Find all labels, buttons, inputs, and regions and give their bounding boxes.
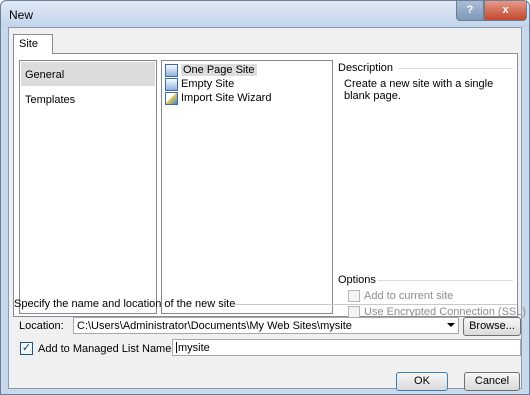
- new-site-dialog: New ? x Site General Templates One Page …: [0, 0, 530, 395]
- cancel-button[interactable]: Cancel: [464, 372, 520, 391]
- category-item-general[interactable]: General: [21, 62, 155, 86]
- location-label: Location:: [19, 320, 64, 332]
- name-label: Name:: [142, 343, 175, 355]
- name-input[interactable]: mysite: [172, 339, 521, 356]
- window-title: New: [9, 8, 34, 22]
- category-item-templates[interactable]: Templates: [21, 87, 155, 111]
- wizard-icon: [165, 92, 178, 105]
- category-list[interactable]: General Templates: [19, 60, 157, 314]
- location-value: C:\Users\Administrator\Documents\My Web …: [77, 320, 352, 332]
- options-group-label: Options: [338, 274, 376, 286]
- page-icon: [165, 78, 178, 91]
- template-label: Empty Site: [181, 78, 235, 90]
- browse-button[interactable]: Browse...: [463, 317, 521, 336]
- add-to-current-site-checkbox[interactable]: [348, 290, 360, 302]
- location-combobox[interactable]: C:\Users\Administrator\Documents\My Web …: [73, 317, 459, 334]
- location-section-divider: [235, 304, 517, 305]
- template-item-empty-site[interactable]: Empty Site: [164, 78, 330, 92]
- template-label: One Page Site: [181, 64, 257, 76]
- add-to-managed-list-checkbox[interactable]: ✓: [20, 342, 33, 355]
- description-divider: [399, 68, 513, 69]
- add-to-managed-list-label: Add to Managed List: [38, 343, 139, 355]
- text-cursor: [176, 342, 177, 353]
- add-to-current-site-label: Add to current site: [364, 290, 454, 302]
- name-value: mysite: [178, 342, 210, 354]
- dialog-body: Site General Templates One Page Site Emp…: [8, 27, 526, 391]
- options-divider: [378, 280, 513, 281]
- page-icon: [165, 64, 178, 77]
- site-tab-panel: General Templates One Page Site Empty Si…: [13, 53, 526, 318]
- help-button[interactable]: ?: [456, 1, 484, 21]
- template-list[interactable]: One Page Site Empty Site Import Site Wiz…: [161, 60, 333, 314]
- tab-site[interactable]: Site: [13, 34, 53, 54]
- location-section-label: Specify the name and location of the new…: [14, 298, 236, 310]
- template-label: Import Site Wizard: [181, 92, 272, 104]
- close-button[interactable]: x: [484, 1, 527, 21]
- description-text: Create a new site with a single blank pa…: [344, 78, 494, 102]
- template-item-import-site-wizard[interactable]: Import Site Wizard: [164, 92, 330, 106]
- ok-button[interactable]: OK: [396, 372, 448, 391]
- title-bar[interactable]: New ? x: [1, 1, 529, 27]
- dropdown-arrow-icon[interactable]: [447, 323, 455, 327]
- description-group-label: Description: [338, 62, 394, 74]
- template-item-one-page-site[interactable]: One Page Site: [164, 64, 330, 78]
